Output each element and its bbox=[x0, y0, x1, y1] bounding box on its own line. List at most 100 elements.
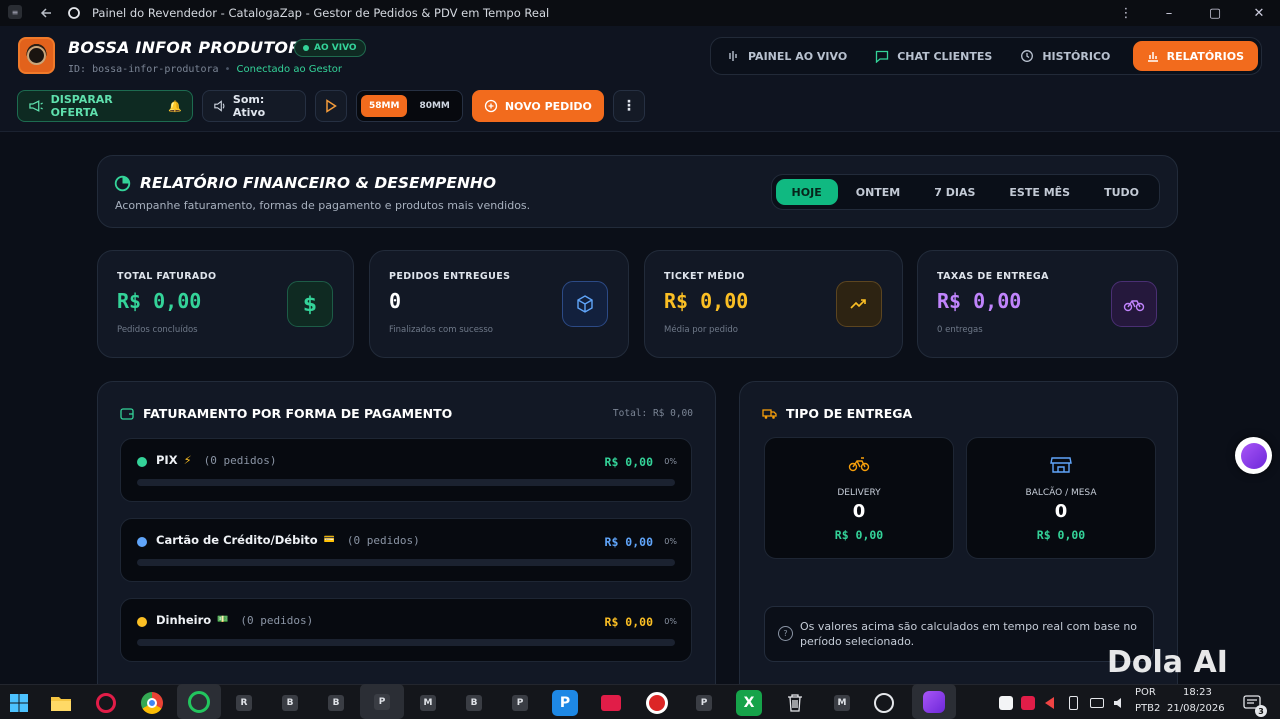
network-icon[interactable] bbox=[1088, 694, 1106, 712]
counter-count: 0 bbox=[1054, 501, 1068, 522]
tray-app-icon-1[interactable] bbox=[997, 694, 1015, 712]
report-title: RELATÓRIO FINANCEIRO & DESEMPENHO bbox=[114, 174, 496, 192]
window-titlebar: ≡ Painel do Revendedor - CatalogaZap - G… bbox=[0, 0, 1280, 26]
new-order-button[interactable]: NOVO PEDIDO bbox=[471, 90, 604, 122]
fire-offer-button[interactable]: DISPARAR OFERTA 🔔 bbox=[17, 90, 193, 122]
info-text: Os valores acima são calculados em tempo… bbox=[800, 620, 1138, 648]
payment-percent: 0% bbox=[664, 537, 677, 546]
delivery-count: 0 bbox=[852, 501, 866, 522]
lightning-icon: ⚡ bbox=[183, 453, 192, 467]
nav-chat[interactable]: CHAT CLIENTES bbox=[861, 41, 1006, 71]
battery-icon[interactable] bbox=[1064, 694, 1082, 712]
pix-color-dot bbox=[137, 457, 147, 467]
nav-reports[interactable]: RELATÓRIOS bbox=[1132, 41, 1258, 71]
trash-icon[interactable] bbox=[782, 690, 808, 716]
payment-count: (0 pedidos) bbox=[203, 453, 277, 467]
credit-card-icon: 💳 bbox=[323, 535, 335, 545]
live-badge-label: AO VIVO bbox=[314, 43, 357, 53]
store-name: BOSSA INFOR PRODUTORA bbox=[68, 38, 314, 57]
period-7-days[interactable]: 7 DIAS bbox=[918, 179, 991, 205]
window-title: Painel do Revendedor - CatalogaZap - Ges… bbox=[92, 6, 550, 20]
nav-live-panel[interactable]: PAINEL AO VIVO bbox=[714, 41, 861, 71]
delivery-box: DELIVERY 0 R$ 0,00 bbox=[764, 437, 954, 559]
clock-time[interactable]: 18:23 bbox=[1183, 687, 1212, 698]
excel-icon[interactable]: X bbox=[736, 690, 762, 716]
taskbar-app-m2[interactable]: M bbox=[834, 695, 850, 711]
stat-value: 0 bbox=[389, 289, 402, 313]
play-sound-button[interactable] bbox=[315, 90, 347, 122]
nav-history[interactable]: HISTÓRICO bbox=[1006, 41, 1124, 71]
notification-icon[interactable]: 3 bbox=[1239, 690, 1267, 717]
file-explorer-icon[interactable] bbox=[48, 690, 74, 716]
screen-recorder-icon[interactable] bbox=[598, 690, 624, 716]
taskbar-app-p-active[interactable]: P bbox=[360, 684, 404, 719]
window-menu-button[interactable]: ⋮ bbox=[1103, 0, 1149, 26]
minimize-button[interactable]: – bbox=[1146, 0, 1192, 26]
paper-58mm-option[interactable]: 58MM bbox=[361, 95, 408, 117]
report-title-text: RELATÓRIO FINANCEIRO & DESEMPENHO bbox=[140, 174, 497, 192]
period-all[interactable]: TUDO bbox=[1088, 179, 1155, 205]
app-icon[interactable] bbox=[93, 690, 119, 716]
bike-icon bbox=[765, 456, 953, 472]
more-options-button[interactable]: ⋮ bbox=[612, 90, 645, 122]
card-color-dot bbox=[137, 537, 147, 547]
chrome-icon[interactable] bbox=[139, 690, 165, 716]
volume-icon[interactable] bbox=[1110, 694, 1128, 712]
period-today[interactable]: HOJE bbox=[775, 179, 838, 205]
info-note: ? Os valores acima são calculados em tem… bbox=[764, 606, 1154, 662]
stat-label: TICKET MÉDIO bbox=[664, 271, 745, 282]
taskbar-app-r[interactable]: R bbox=[236, 695, 252, 711]
close-button[interactable]: ✕ bbox=[1236, 0, 1280, 26]
payment-value: R$ 0,00 bbox=[604, 535, 653, 549]
dollar-icon: $ bbox=[287, 281, 333, 327]
stat-label: TOTAL FATURADO bbox=[117, 271, 217, 282]
taskbar-app-b2[interactable]: B bbox=[328, 695, 344, 711]
store-icon bbox=[967, 456, 1155, 474]
language-bottom[interactable]: PTB2 bbox=[1135, 703, 1160, 714]
app-menu-icon[interactable]: ≡ bbox=[8, 5, 22, 19]
payment-row-cash: Dinheiro 💵 (0 pedidos) R$ 0,00 0% bbox=[120, 598, 692, 662]
paper-size-selector: 58MM 80MM bbox=[356, 90, 463, 122]
windows-start-icon[interactable] bbox=[6, 690, 32, 716]
taskbar-app-m1[interactable]: M bbox=[420, 695, 436, 711]
kebab-menu-icon: ⋮ bbox=[621, 98, 636, 114]
truck-icon bbox=[762, 408, 777, 419]
back-arrow-icon[interactable] bbox=[38, 5, 54, 21]
opera-icon[interactable] bbox=[177, 684, 221, 719]
language-top[interactable]: POR bbox=[1135, 687, 1156, 698]
paper-80mm-option[interactable]: 80MM bbox=[411, 95, 457, 117]
stat-note: 0 entregas bbox=[937, 325, 983, 335]
counter-value: R$ 0,00 bbox=[1036, 528, 1086, 542]
payment-name: PIX ⚡ (0 pedidos) bbox=[156, 453, 277, 467]
watermark: Dola AI bbox=[1107, 645, 1228, 680]
nav-history-label: HISTÓRICO bbox=[1042, 49, 1111, 63]
app-header: BOSSA INFOR PRODUTORA AO VIVO ID: bossa-… bbox=[0, 26, 1280, 132]
whatsapp-icon[interactable] bbox=[871, 690, 897, 716]
separator: • bbox=[224, 64, 231, 75]
payment-methods-card: FATURAMENTO POR FORMA DE PAGAMENTO Total… bbox=[97, 381, 716, 684]
block-icon[interactable] bbox=[644, 690, 670, 716]
taskbar-app-p1: P bbox=[374, 693, 390, 710]
period-this-month[interactable]: ESTE MÊS bbox=[993, 179, 1086, 205]
period-yesterday[interactable]: ONTEM bbox=[840, 179, 917, 205]
taskbar-app-b1[interactable]: B bbox=[282, 695, 298, 711]
maximize-button[interactable]: ▢ bbox=[1192, 0, 1238, 26]
p-app-icon[interactable]: P bbox=[552, 690, 578, 716]
stat-note: Pedidos concluídos bbox=[117, 325, 198, 335]
tray-app-icon-2[interactable] bbox=[1019, 694, 1037, 712]
clock-date[interactable]: 21/08/2026 bbox=[1167, 703, 1225, 714]
stat-value: R$ 0,00 bbox=[117, 289, 202, 313]
purple-app-icon[interactable] bbox=[912, 684, 956, 719]
nav-chat-label: CHAT CLIENTES bbox=[897, 49, 993, 63]
page-status-icon bbox=[66, 5, 82, 21]
payment-name-text: Dinheiro bbox=[156, 613, 212, 627]
floating-assistant-button[interactable] bbox=[1235, 437, 1272, 474]
tray-app-icon-3[interactable] bbox=[1040, 694, 1058, 712]
payment-total: Total: R$ 0,00 bbox=[612, 408, 693, 419]
sound-toggle[interactable]: Som: Ativo bbox=[202, 90, 306, 122]
wallet-icon bbox=[120, 408, 134, 420]
taskbar-app-b3[interactable]: B bbox=[466, 695, 482, 711]
taskbar-app-p3[interactable]: P bbox=[696, 695, 712, 711]
payment-name-text: PIX bbox=[156, 453, 178, 467]
taskbar-app-p2[interactable]: P bbox=[512, 695, 528, 711]
